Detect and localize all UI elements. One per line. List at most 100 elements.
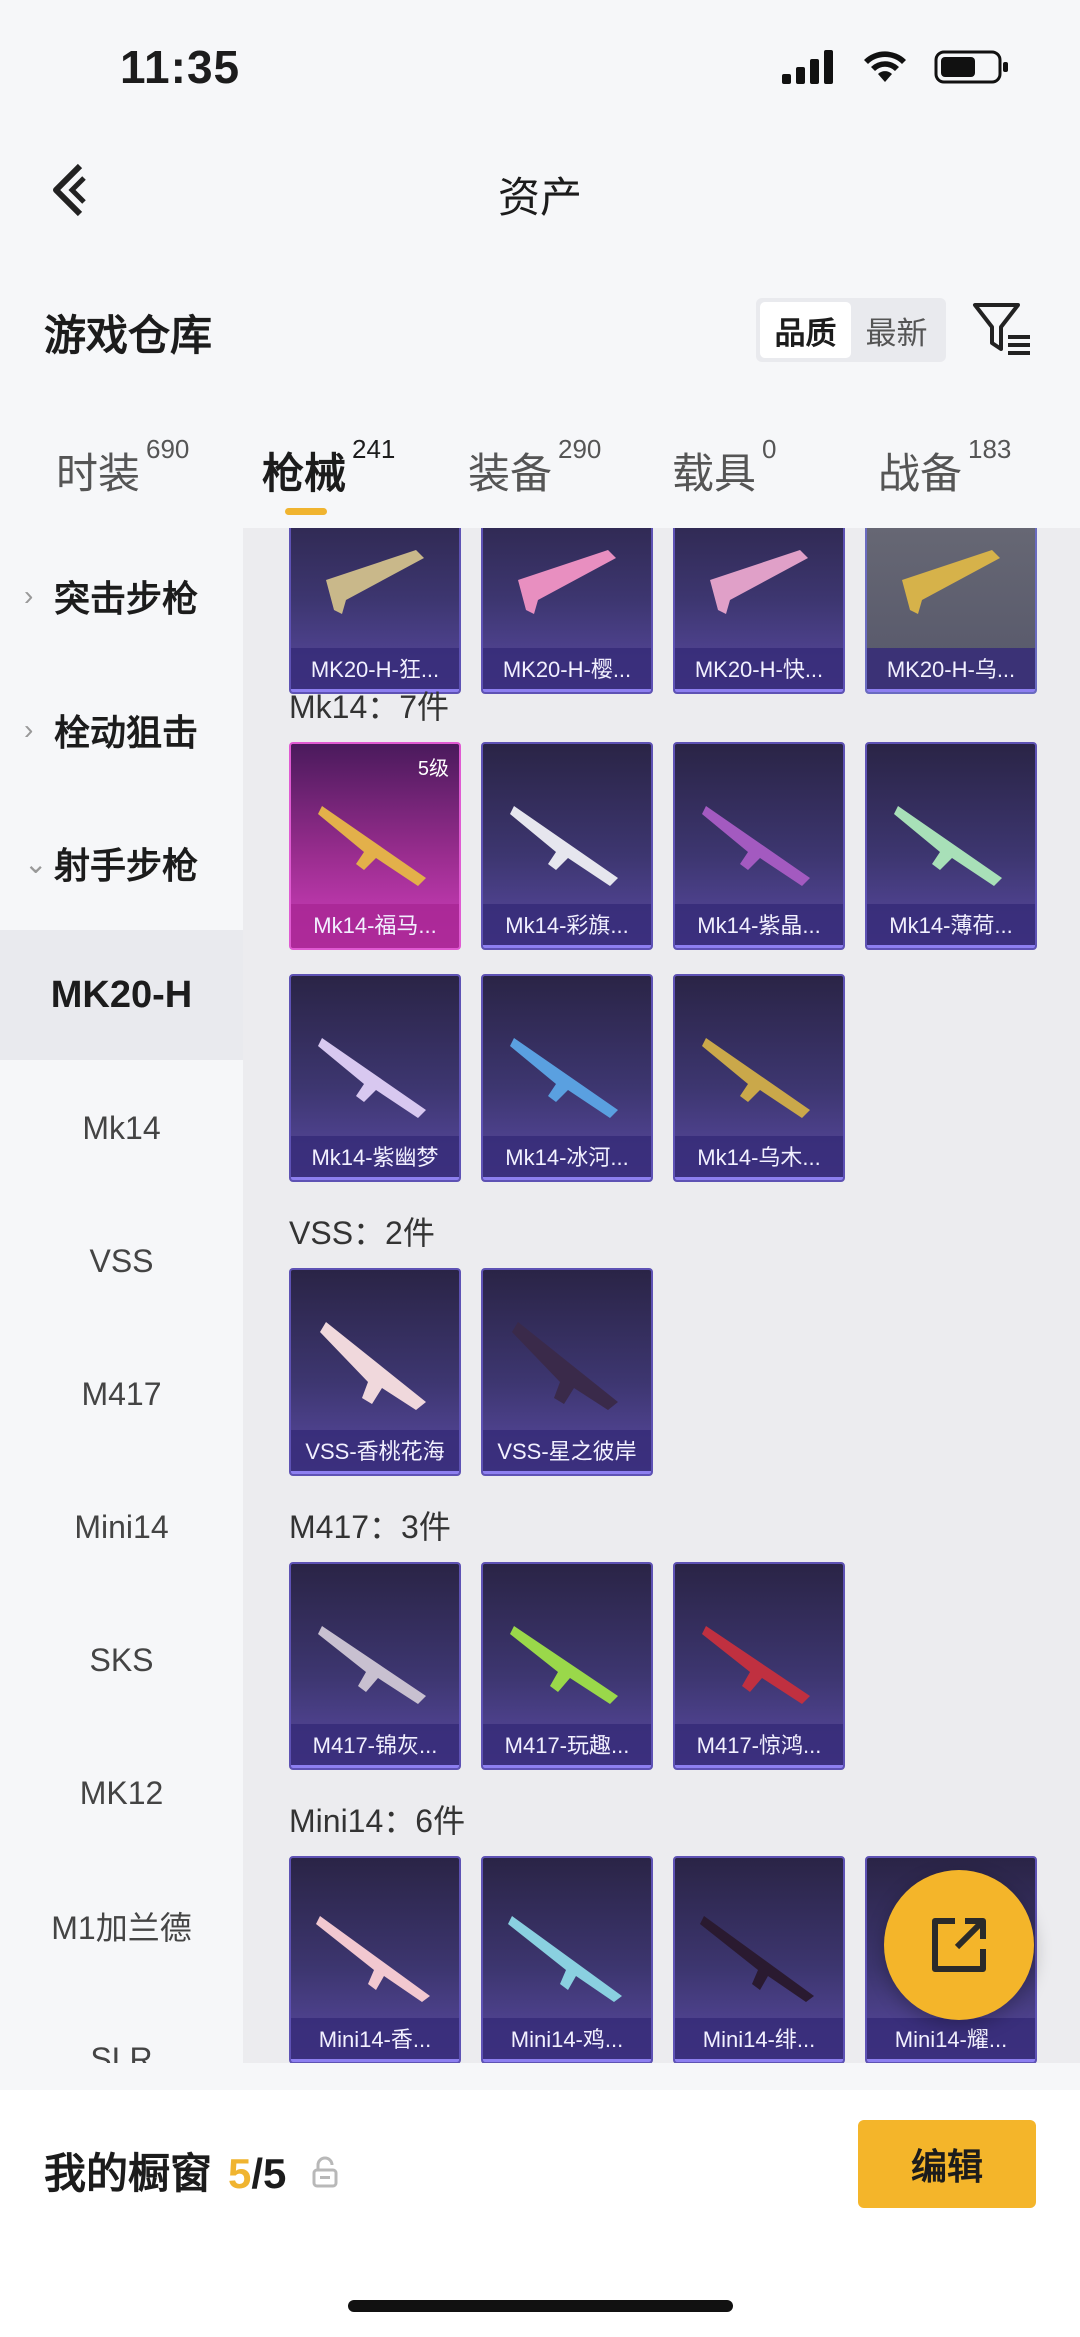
card-divider [483,1177,651,1180]
weapon-card[interactable]: Mini14-绯... [673,1856,845,2063]
card-divider [483,2059,651,2062]
warehouse-header: 游戏仓库 品质 最新 [0,280,1080,380]
tab-equipment[interactable]: 装备 290 [468,434,601,501]
warehouse-title: 游戏仓库 [44,312,213,359]
rifle-image-icon [700,1916,814,2002]
lock-icon[interactable] [312,2156,338,2188]
showcase-used-count: 5 [228,2150,252,2197]
card-divider [291,1765,459,1768]
rifle-image-icon [902,550,1000,614]
weapon-card[interactable]: VSS-星之彼岸 [481,1268,653,1476]
weapon-name: Mini14-绯... [675,2018,843,2062]
sidebar-item-mk12[interactable]: MK12 [0,1728,243,1858]
share-button[interactable] [884,1870,1034,2020]
weapon-name: Mk14-薄荷... [867,904,1035,948]
weapon-card[interactable]: Mk14-冰河... [481,974,653,1182]
weapon-card[interactable]: MK20-H-乌... [865,528,1037,694]
weapon-card[interactable]: Mk14-薄荷... [865,742,1037,950]
tab-label: 枪械 [262,450,347,497]
rifle-image-icon [318,1626,426,1704]
section-title-mk14: Mk14：7件 [289,689,450,725]
weapon-card[interactable]: Mini14-香... [289,1856,461,2063]
status-time: 11:35 [120,41,241,93]
sort-quality-button[interactable]: 品质 [760,302,851,358]
status-icons [782,50,1010,84]
section-title-vss: VSS：2件 [289,1215,435,1251]
tab-count: 241 [352,434,396,464]
tab-combat-gear[interactable]: 战备 183 [878,434,1011,501]
sidebar-group-marksman-rifles[interactable]: ⌄ 射手步枪 [0,818,243,908]
rifle-image-icon [894,806,1002,886]
card-divider [675,2059,843,2062]
weapon-name: MK20-H-快... [675,648,843,692]
card-divider [675,945,843,948]
rifle-image-icon [710,550,808,614]
sidebar-group-label: 射手步枪 [54,845,199,886]
sidebar-item-mini14[interactable]: Mini14 [0,1462,243,1592]
weapon-card[interactable]: M417-玩趣... [481,1562,653,1770]
rifle-image-icon [510,806,618,886]
weapon-card[interactable]: M417-惊鸿... [673,1562,845,1770]
weapon-card[interactable]: Mk14-乌木... [673,974,845,1182]
weapon-name: Mk14-紫晶... [675,904,843,948]
weapon-card[interactable]: M417-锦灰... [289,1562,461,1770]
tab-fashion[interactable]: 时装 690 [56,434,189,501]
battery-icon [934,50,1008,84]
tab-label: 时装 [56,450,141,497]
sidebar-item-vss[interactable]: VSS [0,1196,243,1326]
weapon-name: VSS-香桃花海 [291,1430,459,1474]
sidebar-group-assault-rifles[interactable]: › 突击步枪 [0,551,243,641]
weapon-card[interactable]: Mk14-彩旗... [481,742,653,950]
edit-button[interactable]: 编辑 [858,2120,1036,2208]
weapon-name: Mk14-冰河... [483,1136,651,1180]
weapon-card[interactable]: MK20-H-快... [673,528,845,694]
filter-button[interactable] [970,298,1034,362]
rifle-image-icon [510,1038,618,1118]
status-bar: 11:35 [0,0,1080,130]
weapon-name: Mk14-紫幽梦 [291,1136,459,1180]
weapon-card[interactable]: 5级 Mk14-福马... [289,742,461,950]
sidebar-group-bolt-snipers[interactable]: › 栓动狙击 [0,685,243,775]
weapon-name: M417-锦灰... [291,1724,459,1768]
sidebar-item-m1-garand[interactable]: M1加兰德 [0,1861,243,1991]
rifle-image-icon [702,1038,810,1118]
card-divider [291,1177,459,1180]
wifi-icon [864,51,906,82]
weapon-card[interactable]: VSS-香桃花海 [289,1268,461,1476]
sidebar-item-m417[interactable]: M417 [0,1329,243,1459]
showcase-title: 我的橱窗 [44,2150,213,2197]
sort-latest-button[interactable]: 最新 [851,302,942,358]
sort-toggle: 品质 最新 [756,298,946,362]
sidebar-item-slr[interactable]: SLR [0,1994,243,2064]
weapon-name: MK20-H-樱... [483,648,651,692]
sidebar-item-mk20h[interactable]: MK20-H [0,930,243,1060]
showcase-total-count: /5 [251,2150,287,2197]
tab-label: 战备 [878,450,963,497]
weapon-card[interactable]: Mk14-紫晶... [673,742,845,950]
weapon-card[interactable]: Mini14-鸡... [481,1856,653,2063]
card-divider [867,689,1035,692]
tab-count: 290 [558,434,602,464]
card-divider [867,2059,1035,2062]
sidebar-item-sks[interactable]: SKS [0,1595,243,1725]
section-title-m417: M417：3件 [289,1509,451,1545]
sidebar-item-mk14[interactable]: Mk14 [0,1063,243,1193]
card-divider [483,1765,651,1768]
tab-firearms[interactable]: 枪械 241 [262,434,395,501]
share-icon [932,1918,986,1972]
weapon-card[interactable]: MK20-H-樱... [481,528,653,694]
home-indicator[interactable] [348,2300,733,2312]
tab-label: 载具 [672,450,757,497]
weapon-card[interactable]: MK20-H-狂... [289,528,461,694]
card-divider [483,1471,651,1474]
tab-vehicles[interactable]: 载具 0 [672,434,776,501]
signal-icon [782,50,833,84]
chevron-down-icon: ⌄ [24,847,48,879]
chevron-right-icon: › [24,714,34,745]
rifle-image-icon [318,1038,426,1118]
card-divider [675,689,843,692]
weapon-card[interactable]: Mk14-紫幽梦 [289,974,461,1182]
tab-count: 0 [762,434,777,464]
weapon-name: VSS-星之彼岸 [483,1430,651,1474]
card-divider [291,1471,459,1474]
